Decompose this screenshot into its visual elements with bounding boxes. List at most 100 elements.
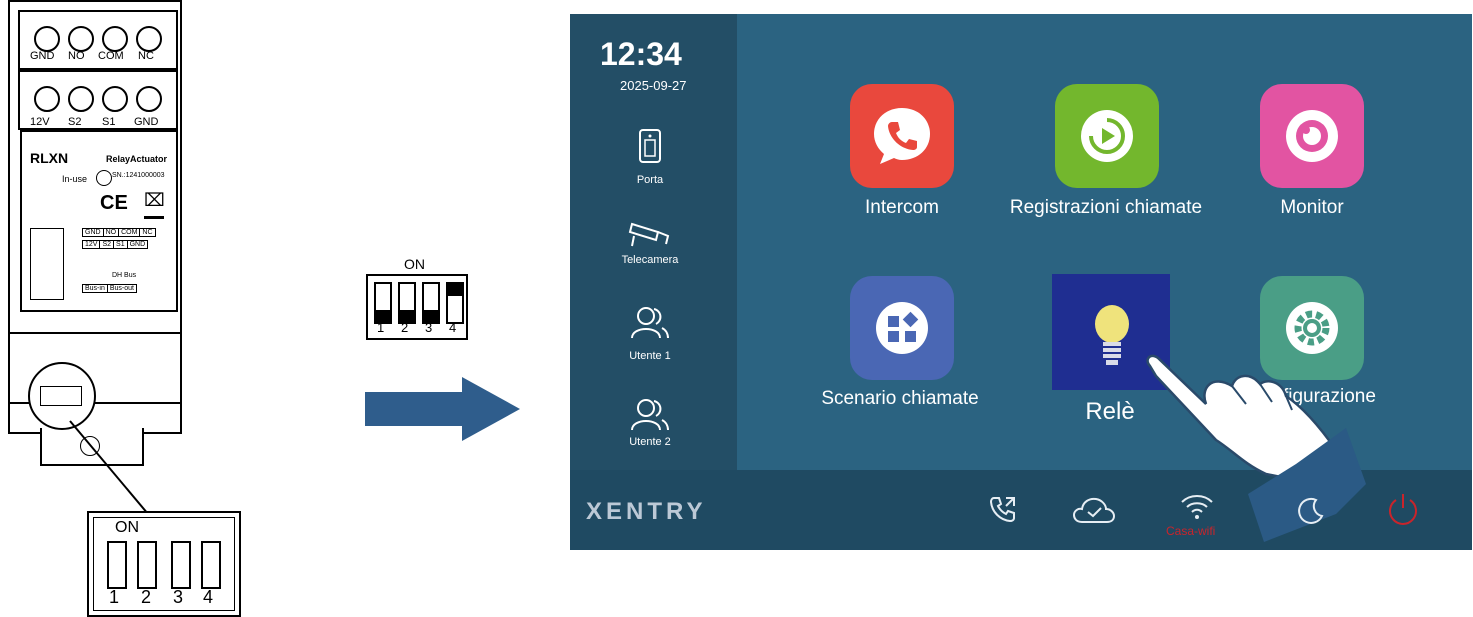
terminal-label-nc: NC bbox=[138, 50, 154, 62]
table-cell: GND bbox=[129, 241, 146, 248]
app-intercom[interactable] bbox=[850, 84, 954, 188]
dip-num: 3 bbox=[173, 587, 184, 607]
housing-divider bbox=[10, 332, 180, 334]
table-cell: S1 bbox=[114, 241, 128, 248]
screw-icon bbox=[34, 86, 60, 112]
table-cell: S2 bbox=[100, 241, 115, 248]
sidebar-item-utente-1[interactable]: Utente 1 bbox=[610, 304, 690, 370]
terminal-label-s2: S2 bbox=[68, 116, 82, 128]
terminal-label-s1: S1 bbox=[102, 116, 116, 128]
wifi-icon[interactable] bbox=[1180, 492, 1214, 520]
table-cell: NO bbox=[104, 229, 120, 236]
clock-date: 2025-09-27 bbox=[620, 78, 687, 93]
table-cell: 12V bbox=[83, 241, 101, 248]
app-label-scenario: Scenario chiamate bbox=[821, 388, 979, 409]
dip-switch-3 bbox=[171, 541, 191, 589]
dh-bus-label: DH Bus bbox=[112, 272, 137, 279]
screw-icon bbox=[68, 26, 94, 52]
dip-setting-switch-1 bbox=[374, 282, 392, 324]
app-label-monitor: Monitor bbox=[1280, 197, 1344, 218]
dip-setting-box: 1 2 3 4 bbox=[366, 274, 468, 340]
bus-table: Bus-in Bus-out bbox=[82, 284, 137, 293]
terminal-label-12v: 12V bbox=[30, 116, 50, 128]
dip-setting-switch-2 bbox=[398, 282, 416, 324]
dip-setting-on-label: ON bbox=[404, 256, 425, 272]
relay-model: RLXN bbox=[30, 150, 69, 166]
users-icon bbox=[631, 307, 669, 339]
door-icon bbox=[639, 129, 661, 163]
app-label-intercom: Intercom bbox=[865, 197, 939, 218]
terminal-label-no: NO bbox=[68, 50, 85, 62]
arrow-right-icon bbox=[365, 392, 465, 426]
sidebar-label: Telecamera bbox=[621, 254, 679, 266]
dip-switch-1 bbox=[107, 541, 127, 589]
screw-icon bbox=[34, 26, 60, 52]
dip-zoom-box: ON 1 2 3 4 bbox=[87, 511, 241, 617]
in-use-label: In-use bbox=[62, 174, 88, 184]
dip-num: 2 bbox=[141, 587, 152, 607]
terminal-table-row2: 12V S2 S1 GND bbox=[82, 240, 149, 249]
bulb-icon bbox=[1095, 305, 1129, 365]
grid-icon bbox=[876, 302, 928, 354]
sidebar-item-porta[interactable]: Porta bbox=[610, 118, 690, 198]
dip-switch-2 bbox=[137, 541, 157, 589]
app-registrazioni-chiamate[interactable] bbox=[1055, 84, 1159, 188]
screw-icon bbox=[102, 26, 128, 52]
dip-num: 1 bbox=[109, 587, 120, 607]
terminal-label-gnd2: GND bbox=[134, 116, 159, 128]
camera-icon bbox=[628, 222, 670, 247]
app-scenario-chiamate[interactable] bbox=[850, 276, 954, 380]
dip-num: 2 bbox=[401, 320, 409, 335]
pointing-hand-icon bbox=[1146, 354, 1366, 542]
clock-time: 12:34 bbox=[600, 36, 682, 72]
terminal-table-row1: GND NO COM NC bbox=[82, 228, 156, 237]
ce-mark: CE bbox=[100, 192, 128, 214]
weee-icon: ⌧ bbox=[144, 190, 165, 210]
terminal-label-gnd: GND bbox=[30, 50, 55, 62]
power-icon[interactable] bbox=[1386, 492, 1420, 526]
table-cell: Bus-in bbox=[83, 285, 108, 292]
dip-setting-switch-4 bbox=[446, 282, 464, 324]
sidebar-label: Utente 1 bbox=[629, 350, 671, 362]
users-icon bbox=[631, 399, 669, 431]
table-cell: COM bbox=[119, 229, 141, 236]
screw-icon bbox=[68, 86, 94, 112]
relay-subtitle: RelayActuator bbox=[106, 154, 168, 164]
sidebar-item-telecamera[interactable]: Telecamera bbox=[610, 210, 690, 270]
dip-setting-switch-3 bbox=[422, 282, 440, 324]
in-use-led bbox=[96, 170, 112, 186]
play-record-icon bbox=[1081, 110, 1133, 162]
call-forward-icon[interactable] bbox=[988, 494, 1018, 524]
moon-icon[interactable] bbox=[1296, 496, 1326, 526]
dip-zoom-on-label: ON bbox=[115, 519, 139, 536]
terminal-label-com: COM bbox=[98, 50, 124, 62]
dip-num: 3 bbox=[425, 320, 433, 335]
dip-switch-mini bbox=[40, 386, 82, 406]
sidebar-label: Porta bbox=[636, 174, 664, 186]
relay-label-plate: RLXN RelayActuator In-use SN.:1241000003… bbox=[20, 130, 178, 312]
table-cell: GND bbox=[83, 229, 104, 236]
app-label-registrazioni: Registrazioni chiamate bbox=[1009, 197, 1203, 218]
eye-icon bbox=[1286, 110, 1338, 162]
sidebar-item-utente-2[interactable]: Utente 2 bbox=[610, 396, 690, 456]
weee-bar bbox=[144, 216, 164, 219]
table-cell: NC bbox=[142, 229, 153, 236]
screw-icon bbox=[136, 86, 162, 112]
screw-icon bbox=[102, 86, 128, 112]
wifi-network-label: Casa-wifi bbox=[1166, 524, 1216, 538]
dip-num: 1 bbox=[377, 320, 385, 335]
dip-switch-4 bbox=[201, 541, 221, 589]
table-cell: Bus-out bbox=[109, 285, 134, 292]
dip-switch-highlight-circle bbox=[28, 362, 96, 430]
dip-num: 4 bbox=[449, 320, 457, 335]
relay-module: GND NO COM NC 12V S2 S1 GND RLXN RelayAc… bbox=[8, 0, 182, 434]
serial-number: SN.:1241000003 bbox=[112, 172, 165, 179]
screw-icon bbox=[136, 26, 162, 52]
brand-logo: XENTRY bbox=[586, 498, 707, 525]
dip-num: 4 bbox=[203, 587, 214, 607]
arrow-head bbox=[462, 377, 520, 441]
sidebar-label: Utente 2 bbox=[629, 436, 671, 448]
module-schematic bbox=[30, 228, 64, 300]
app-monitor[interactable] bbox=[1260, 84, 1364, 188]
cloud-check-icon[interactable] bbox=[1072, 496, 1116, 524]
